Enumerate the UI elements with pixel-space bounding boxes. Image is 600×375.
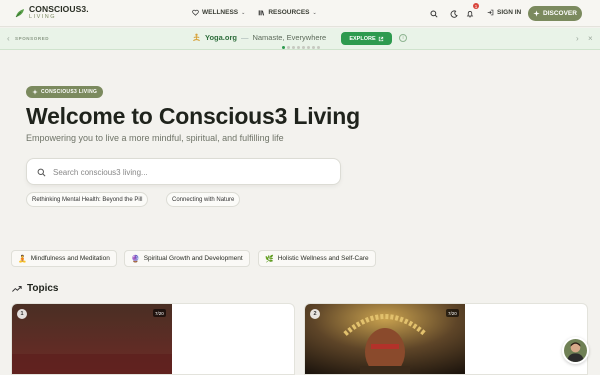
topic-card[interactable]: 2 7/20 (304, 303, 588, 375)
person-avatar-icon (566, 342, 585, 362)
search-button[interactable] (427, 7, 440, 20)
info-icon[interactable]: i (399, 34, 407, 42)
sponsored-label: SPONSORED (15, 36, 50, 41)
suggestion-chip[interactable]: Connecting with Nature (166, 192, 241, 207)
discover-label: DISCOVER (543, 10, 577, 17)
topics-title: Topics (27, 283, 59, 294)
category-holistic-wellness[interactable]: 🌿 Holistic Wellness and Self-Care (258, 250, 376, 267)
nav-wellness[interactable]: WELLNESS ⌄ (192, 9, 245, 16)
carousel-dots (282, 46, 320, 49)
meditation-icon: 🧘 (18, 255, 27, 263)
category-label: Mindfulness and Meditation (30, 255, 110, 262)
category-label: Spiritual Growth and Development (143, 255, 243, 262)
sponsor-dash: — (240, 33, 249, 42)
sponsor-brand[interactable]: Yoga.org — Namaste, Everywhere (192, 33, 326, 42)
discover-button[interactable]: DISCOVER (528, 6, 582, 21)
sign-in-button[interactable]: SIGN IN (487, 9, 521, 16)
bell-icon (466, 10, 473, 18)
carousel-dot[interactable] (292, 46, 295, 49)
sparkle-icon (32, 89, 38, 95)
sign-in-label: SIGN IN (497, 9, 522, 16)
hero-pill: CONSCIOUS3 LIVING (26, 86, 104, 98)
search-icon (429, 9, 438, 18)
topic-count: 7/20 (446, 309, 459, 317)
carousel-dot[interactable] (307, 46, 310, 49)
search-icon (37, 168, 46, 177)
chat-assistant-avatar[interactable] (562, 337, 589, 364)
page-subtitle: Empowering you to live a more mindful, s… (26, 133, 284, 143)
category-spiritual-growth[interactable]: 🔮 Spiritual Growth and Development (124, 250, 250, 267)
trending-up-icon (12, 285, 22, 292)
yoga-icon (193, 33, 200, 42)
login-icon (487, 9, 494, 16)
logo-subtitle: LIVING (29, 13, 57, 20)
herb-icon: 🌿 (265, 255, 274, 263)
carousel-dot[interactable] (312, 46, 315, 49)
page-title: Welcome to Conscious3 Living (26, 103, 360, 129)
chevron-left-icon[interactable]: ‹ (7, 34, 10, 43)
logo-wordmark: CONSCIOUS3. (29, 4, 89, 14)
close-icon[interactable]: × (588, 34, 593, 43)
notification-badge: 1 (473, 3, 479, 9)
notifications-button[interactable] (463, 7, 476, 20)
explore-button[interactable]: EXPLORE (341, 32, 392, 45)
books-icon (259, 10, 265, 16)
moon-icon (450, 9, 458, 18)
search-input[interactable] (53, 164, 333, 180)
chevron-down-icon: ⌄ (241, 9, 246, 16)
top-header: CONSCIOUS3. LIVING WELLNESS ⌄ RESOURCES … (0, 0, 600, 27)
theme-toggle-button[interactable] (447, 7, 460, 20)
leaf-logo-icon (15, 8, 24, 17)
chevron-down-icon: ⌄ (312, 9, 317, 16)
site-logo[interactable]: CONSCIOUS3. LIVING (14, 5, 89, 20)
topic-number: 1 (17, 309, 27, 319)
external-link-icon (378, 36, 383, 41)
carousel-dot[interactable] (282, 46, 285, 49)
hero-pill-label: CONSCIOUS3 LIVING (41, 89, 98, 95)
sponsor-tagline: Namaste, Everywhere (252, 33, 327, 42)
carousel-dot[interactable] (302, 46, 305, 49)
topics-header: Topics (12, 283, 58, 294)
carousel-dot[interactable] (297, 46, 300, 49)
crystal-ball-icon: 🔮 (131, 255, 140, 263)
topic-card-image (305, 304, 465, 374)
explore-label: EXPLORE (349, 35, 376, 42)
main-nav: WELLNESS ⌄ RESOURCES ⌄ (192, 9, 317, 16)
heart-icon (192, 9, 199, 16)
carousel-dot[interactable] (287, 46, 290, 49)
topic-number: 2 (310, 309, 320, 319)
sparkle-icon (533, 10, 540, 17)
category-label: Holistic Wellness and Self-Care (277, 255, 369, 262)
nav-resources-label: RESOURCES (268, 9, 310, 16)
category-mindfulness[interactable]: 🧘 Mindfulness and Meditation (11, 250, 117, 267)
carousel-dot[interactable] (317, 46, 320, 49)
sponsor-name: Yoga.org (205, 33, 237, 42)
nav-resources[interactable]: RESOURCES ⌄ (258, 9, 317, 16)
topic-card-image (12, 304, 172, 374)
suggestion-chip[interactable]: Rethinking Mental Health: Beyond the Pil… (26, 192, 149, 207)
nav-wellness-label: WELLNESS (202, 9, 239, 16)
topic-card[interactable]: 1 7/20 (11, 303, 295, 375)
chevron-right-icon[interactable]: › (576, 34, 579, 43)
topic-count: 7/20 (153, 309, 166, 317)
search-box (26, 158, 341, 185)
